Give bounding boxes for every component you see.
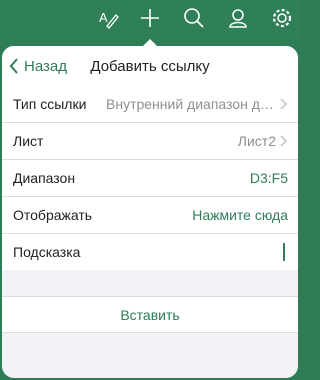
row-sheet[interactable]: Лист Лист2 bbox=[2, 123, 298, 160]
insert-button[interactable]: Вставить bbox=[2, 296, 298, 333]
plus-icon[interactable] bbox=[138, 6, 162, 30]
chevron-right-icon bbox=[280, 98, 288, 110]
display-label: Отображать bbox=[13, 207, 93, 223]
text-format-icon[interactable]: A bbox=[96, 6, 120, 30]
insert-label: Вставить bbox=[120, 306, 180, 323]
add-link-popover: Назад Добавить ссылку Тип ссылки Внутрен… bbox=[2, 46, 298, 378]
link-settings-list: Тип ссылки Внутренний диапазон да... Лис… bbox=[2, 86, 298, 270]
link-type-text: Внутренний диапазон да... bbox=[106, 96, 276, 112]
sheet-label: Лист bbox=[13, 133, 44, 149]
user-icon[interactable] bbox=[226, 6, 250, 30]
row-tooltip[interactable]: Подсказка bbox=[2, 234, 298, 270]
gear-icon[interactable] bbox=[270, 6, 294, 30]
link-type-label: Тип ссылки bbox=[13, 96, 87, 112]
popover-arrow bbox=[143, 39, 157, 46]
row-range[interactable]: Диапазон D3:F5 bbox=[2, 160, 298, 197]
popover-header: Назад Добавить ссылку bbox=[2, 46, 298, 87]
chevron-right-icon bbox=[280, 135, 288, 147]
search-icon[interactable] bbox=[182, 6, 206, 30]
tooltip-label: Подсказка bbox=[13, 244, 81, 260]
range-label: Диапазон bbox=[13, 170, 76, 186]
row-display[interactable]: Отображать Нажмите сюда bbox=[2, 197, 298, 234]
popover-title: Добавить ссылку bbox=[90, 57, 210, 75]
svg-text:A: A bbox=[99, 10, 108, 25]
link-type-value: Внутренний диапазон да... bbox=[106, 96, 288, 112]
sheet-text: Лист2 bbox=[237, 133, 276, 149]
text-cursor bbox=[283, 243, 285, 261]
range-value[interactable]: D3:F5 bbox=[250, 170, 288, 186]
display-value[interactable]: Нажмите сюда bbox=[192, 207, 288, 223]
top-toolbar: A bbox=[0, 0, 300, 40]
row-link-type[interactable]: Тип ссылки Внутренний диапазон да... bbox=[2, 86, 298, 123]
sheet-value: Лист2 bbox=[238, 133, 288, 149]
